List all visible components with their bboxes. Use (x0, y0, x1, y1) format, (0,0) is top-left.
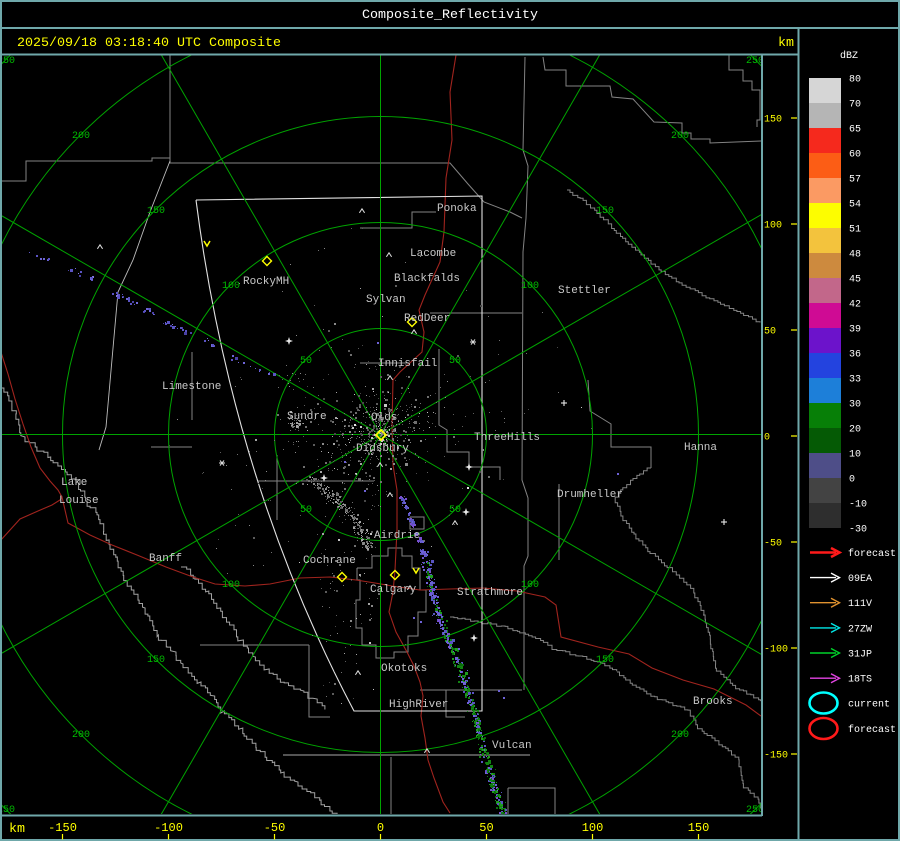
svg-text:HighRiver: HighRiver (389, 699, 448, 711)
svg-text:42: 42 (849, 300, 861, 311)
svg-text:Innisfail: Innisfail (378, 358, 437, 370)
svg-text:-50: -50 (764, 539, 782, 550)
svg-text:Olds: Olds (371, 412, 397, 424)
svg-text:Sundre: Sundre (287, 411, 327, 423)
svg-text:dBZ: dBZ (840, 50, 858, 62)
svg-text:50: 50 (449, 356, 461, 367)
svg-text:27ZW: 27ZW (848, 624, 872, 635)
svg-text:30: 30 (849, 400, 861, 411)
svg-text:150: 150 (147, 655, 165, 666)
svg-text:Stettler: Stettler (558, 285, 611, 297)
svg-text:Composite_Reflectivity: Composite_Reflectivity (362, 8, 538, 23)
svg-text:18TS: 18TS (848, 675, 872, 686)
svg-text:Brooks: Brooks (693, 696, 733, 708)
svg-text:200: 200 (671, 131, 689, 142)
svg-text:57: 57 (849, 175, 861, 186)
svg-text:100: 100 (764, 221, 782, 232)
svg-text:250: 250 (0, 56, 15, 67)
svg-text:-100: -100 (764, 645, 788, 656)
svg-text:51: 51 (849, 225, 861, 236)
svg-text:31JP: 31JP (848, 650, 872, 661)
svg-text:150: 150 (764, 115, 782, 126)
svg-text:Sylvan: Sylvan (366, 294, 406, 306)
svg-text:100: 100 (521, 281, 539, 292)
svg-text:70: 70 (849, 100, 861, 111)
svg-text:2025/09/18 03:18:40 UTC Compos: 2025/09/18 03:18:40 UTC Composite (17, 36, 281, 51)
svg-text:0: 0 (764, 433, 770, 444)
svg-text:Louise: Louise (59, 495, 99, 507)
svg-text:Limestone: Limestone (162, 381, 221, 393)
svg-text:50: 50 (764, 327, 776, 338)
svg-text:Cochrane: Cochrane (303, 555, 356, 567)
svg-text:100: 100 (582, 821, 604, 835)
svg-text:-10: -10 (849, 500, 867, 511)
svg-text:Didsbury: Didsbury (356, 443, 409, 455)
svg-text:33: 33 (849, 375, 861, 386)
svg-text:-150: -150 (48, 821, 77, 835)
svg-text:65: 65 (849, 125, 861, 136)
svg-text:20: 20 (849, 425, 861, 436)
svg-text:Lacombe: Lacombe (410, 248, 456, 260)
svg-text:km: km (9, 822, 25, 837)
svg-text:150: 150 (147, 206, 165, 217)
svg-text:Drumheller: Drumheller (557, 489, 623, 501)
svg-text:0: 0 (849, 475, 855, 486)
svg-text:Hanna: Hanna (684, 442, 717, 454)
svg-text:39: 39 (849, 325, 861, 336)
svg-text:Vulcan: Vulcan (492, 740, 532, 752)
svg-text:200: 200 (72, 730, 90, 741)
svg-text:-50: -50 (264, 821, 286, 835)
svg-text:Banff: Banff (149, 553, 182, 565)
svg-text:-100: -100 (154, 821, 183, 835)
svg-text:150: 150 (688, 821, 710, 835)
svg-text:50: 50 (449, 505, 461, 516)
svg-text:60: 60 (849, 150, 861, 161)
svg-text:09EA: 09EA (848, 574, 872, 585)
svg-text:100: 100 (222, 580, 240, 591)
svg-text:Strathmore: Strathmore (457, 587, 523, 599)
svg-text:48: 48 (849, 250, 861, 261)
svg-text:150: 150 (596, 655, 614, 666)
svg-text:Blackfalds: Blackfalds (394, 273, 460, 285)
svg-text:50: 50 (479, 821, 493, 835)
svg-text:current: current (848, 700, 890, 711)
svg-text:RockyMH: RockyMH (243, 276, 289, 288)
svg-text:RedDeer: RedDeer (404, 313, 450, 325)
svg-text:Ponoka: Ponoka (437, 203, 477, 215)
svg-text:150: 150 (596, 206, 614, 217)
svg-text:-30: -30 (849, 525, 867, 536)
svg-text:200: 200 (72, 131, 90, 142)
svg-text:111V: 111V (848, 599, 872, 610)
svg-text:36: 36 (849, 350, 861, 361)
svg-text:50: 50 (300, 356, 312, 367)
svg-text:forecast: forecast (848, 548, 896, 560)
svg-text:54: 54 (849, 200, 861, 211)
svg-text:ThreeHills: ThreeHills (474, 432, 540, 444)
svg-text:100: 100 (222, 281, 240, 292)
svg-text:km: km (778, 36, 794, 51)
svg-text:200: 200 (671, 730, 689, 741)
svg-text:-150: -150 (764, 751, 788, 762)
svg-text:0: 0 (377, 821, 384, 835)
svg-text:50: 50 (300, 505, 312, 516)
svg-text:Lake: Lake (61, 477, 87, 489)
svg-text:forecast: forecast (848, 724, 896, 736)
svg-text:Okotoks: Okotoks (381, 663, 427, 675)
svg-text:80: 80 (849, 75, 861, 86)
svg-text:45: 45 (849, 275, 861, 286)
svg-text:100: 100 (521, 580, 539, 591)
svg-text:10: 10 (849, 450, 861, 461)
svg-text:Calgary: Calgary (370, 584, 417, 596)
svg-text:Airdrie: Airdrie (374, 530, 420, 542)
